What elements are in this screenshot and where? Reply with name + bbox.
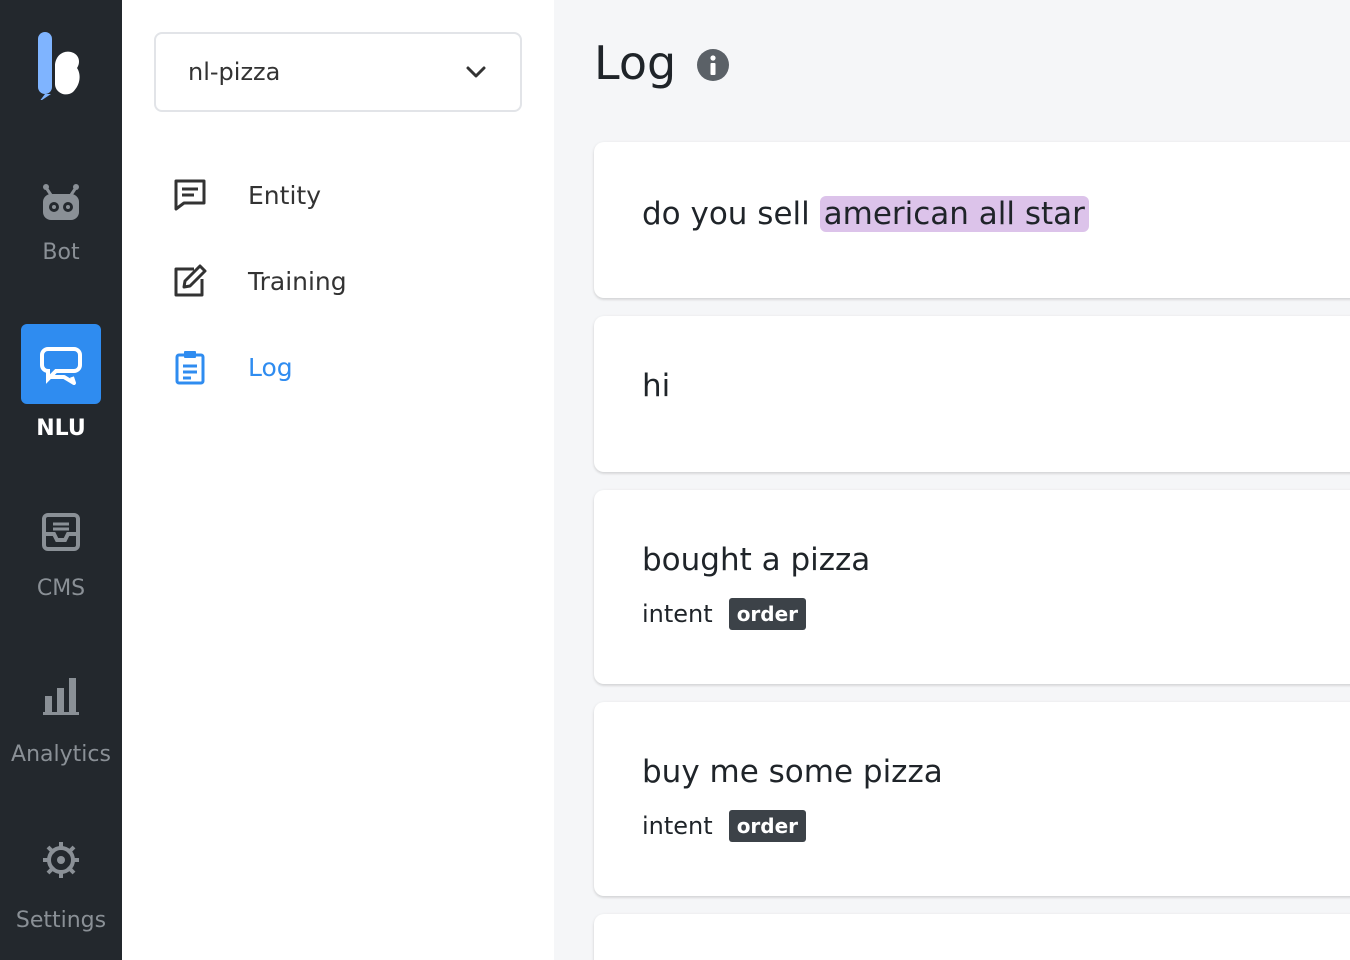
robot-icon	[43, 184, 79, 220]
edit-icon	[172, 263, 208, 299]
rail-item-cms[interactable]: CMS	[0, 512, 122, 601]
nlu-sidebar: nl-pizza Entity Training Log	[122, 0, 554, 960]
log-text-prefix: do you sell	[642, 196, 820, 232]
nlu-tile	[21, 324, 101, 404]
rail-item-nlu[interactable]: NLU	[0, 324, 122, 441]
log-item[interactable]: do you sell american all star	[594, 142, 1350, 298]
log-text: bought a pizza	[642, 542, 871, 578]
sidebar-item-training[interactable]: Training	[172, 261, 347, 301]
intent-row: intent order	[642, 598, 1326, 630]
intent-label: intent	[642, 812, 713, 840]
sidebar-item-entity[interactable]: Entity	[172, 175, 321, 215]
log-item[interactable]: buy me some pizza intent order	[594, 702, 1350, 896]
log-text: buy me some pizza	[642, 754, 943, 790]
info-icon[interactable]	[696, 48, 730, 82]
project-select-value: nl-pizza	[188, 58, 281, 86]
intent-badge: order	[728, 810, 807, 842]
rail-item-settings[interactable]: Settings	[0, 840, 122, 933]
page-title: Log	[594, 36, 677, 90]
rail-label-bot: Bot	[42, 240, 80, 265]
log-item[interactable]: hi	[594, 316, 1350, 472]
message-square-icon	[172, 177, 208, 213]
sidebar-item-label: Entity	[248, 180, 321, 210]
page-title-row: Log	[594, 36, 730, 90]
rail-label-nlu: NLU	[36, 416, 86, 441]
intent-label: intent	[642, 600, 713, 628]
intent-badge: order	[728, 598, 807, 630]
sidebar-item-log[interactable]: Log	[172, 347, 293, 387]
log-text: do you sell american all star	[642, 194, 1326, 234]
chat-bubble-icon	[40, 347, 82, 385]
inbox-icon	[42, 513, 80, 551]
sidebar-item-label: Log	[248, 352, 293, 382]
intent-row: intent order	[642, 810, 1326, 842]
app-logo[interactable]	[35, 30, 83, 100]
log-item[interactable]: bought a pizza intent order	[594, 490, 1350, 684]
log-item[interactable]	[594, 914, 1350, 960]
rail-label-cms: CMS	[36, 576, 86, 601]
rail-item-bot[interactable]: Bot	[0, 182, 122, 265]
gear-icon	[43, 842, 79, 878]
log-text: hi	[642, 368, 671, 404]
entity-highlight: american all star	[819, 196, 1089, 232]
rail-label-analytics: Analytics	[11, 742, 111, 767]
rail-item-analytics[interactable]: Analytics	[0, 676, 122, 767]
main-content: Log do you sell american all star hi bou…	[554, 0, 1350, 960]
rail-label-settings: Settings	[15, 908, 107, 933]
project-select[interactable]: nl-pizza	[154, 32, 522, 112]
chevron-down-icon	[466, 66, 486, 78]
bar-chart-icon	[43, 678, 79, 715]
sidebar-item-label: Training	[248, 266, 347, 296]
app-rail: Bot NLU CMS Analytics Settings	[0, 0, 122, 960]
clipboard-icon	[172, 349, 208, 385]
